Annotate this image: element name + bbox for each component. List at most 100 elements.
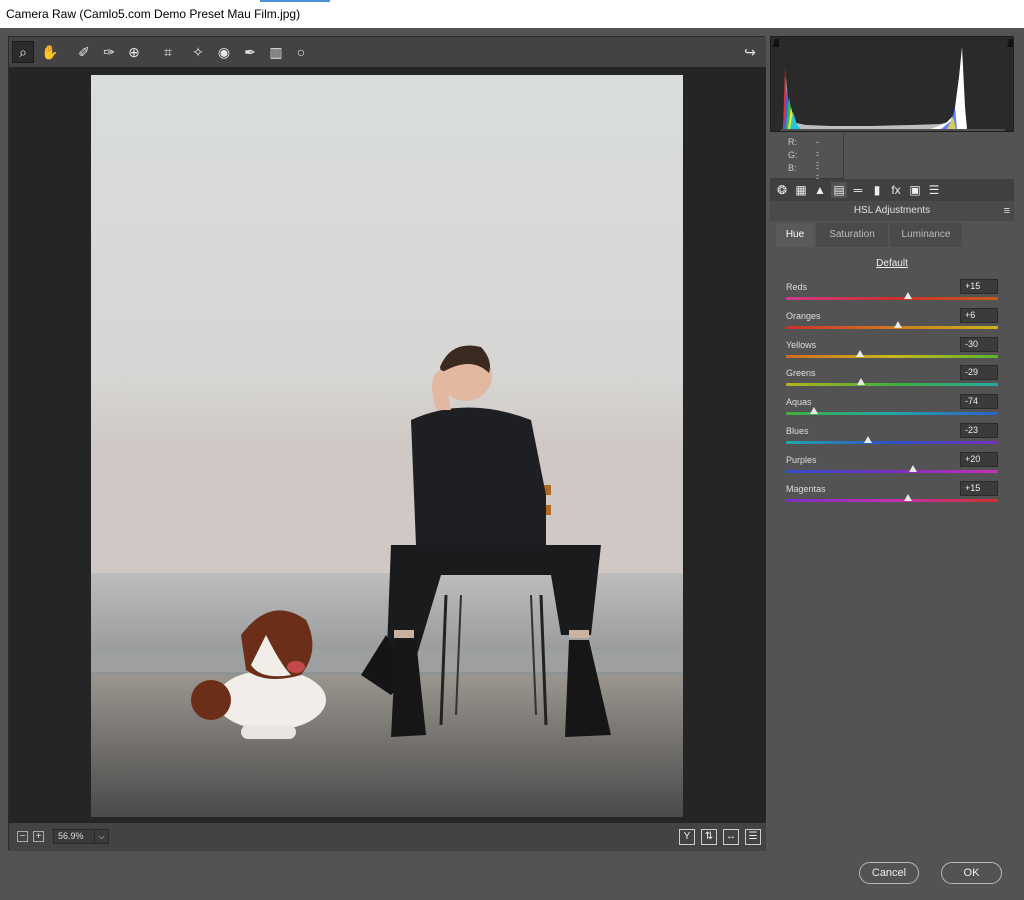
chevron-down-icon[interactable]: ⌵ [94, 830, 108, 843]
slider-label: Purples [786, 454, 817, 465]
slider-label: Oranges [786, 310, 821, 321]
basic-panel-icon[interactable]: ❂ [774, 182, 790, 198]
main-frame: ⌕ ✋ ✐ ✑ ⊕ ⌗ ✧ ◉ ✒ ▥ ○ ↪ − + 56.9% ⌵ Y ⇅ … [8, 36, 766, 851]
copy-settings-icon[interactable]: ↔ [723, 829, 739, 845]
crop-tool-icon[interactable]: ⌗ [157, 41, 179, 63]
slider-value-field[interactable]: +6 [960, 307, 998, 323]
slider-value-field[interactable]: +15 [960, 279, 998, 294]
slider-value-field[interactable]: -30 [960, 336, 998, 352]
slider-magentas: Magentas +15 [786, 480, 998, 512]
slider-reds: Reds +15 [786, 279, 998, 310]
slider-track[interactable] [786, 325, 998, 329]
slider-value-field[interactable]: +15 [960, 480, 998, 496]
slider-label: Reds [786, 282, 808, 292]
g-label: G: [788, 150, 798, 160]
slider-track[interactable] [786, 441, 998, 444]
split-toning-icon[interactable]: ═ [850, 182, 866, 198]
panel-menu-icon[interactable]: ≡ [1004, 201, 1010, 221]
slider-track[interactable] [786, 469, 998, 473]
targeted-adjustment-tool-icon[interactable]: ⊕ [123, 41, 145, 63]
effects-icon[interactable]: fx [888, 182, 904, 198]
presets-icon[interactable]: ☰ [926, 182, 942, 198]
before-after-icon[interactable]: Y [679, 829, 695, 845]
histogram [770, 36, 1014, 132]
ok-button[interactable]: OK [941, 862, 1002, 884]
detail-icon[interactable]: ▲ [812, 182, 828, 198]
adjustment-brush-tool-icon[interactable]: ✒ [239, 41, 261, 63]
slider-track[interactable] [786, 297, 998, 300]
slider-track[interactable] [786, 498, 998, 502]
slider-label: Greens [786, 368, 816, 379]
slider-aquas: Aquas -74 [786, 394, 998, 425]
lens-corrections-icon[interactable]: ▮ [869, 182, 885, 198]
tab-luminance[interactable]: Luminance [890, 223, 962, 247]
color-sampler-tool-icon[interactable]: ✑ [98, 41, 120, 63]
zoom-out-button[interactable]: − [17, 831, 28, 842]
titlebar-accent [260, 0, 330, 2]
slider-thumb[interactable] [903, 493, 912, 501]
slider-thumb[interactable] [903, 292, 912, 299]
swap-settings-icon[interactable]: ⇅ [701, 829, 717, 845]
image-canvas[interactable] [9, 67, 766, 823]
r-readout: R: --- [788, 137, 819, 167]
b-readout: B: --- [788, 163, 819, 193]
slider-value-field[interactable]: -29 [960, 365, 998, 381]
slider-blues: Blues -23 [786, 423, 998, 454]
slider-label: Magentas [786, 483, 826, 494]
g-readout: G: --- [788, 150, 819, 180]
red-eye-tool-icon[interactable]: ◉ [213, 41, 235, 63]
hand-tool-icon[interactable]: ✋ [39, 41, 61, 63]
slider-value-field[interactable]: -74 [960, 394, 998, 410]
spot-removal-tool-icon[interactable]: ✧ [187, 41, 209, 63]
zoom-level-value: 56.9% [58, 831, 84, 841]
zoom-level-select[interactable]: 56.9% ⌵ [53, 829, 109, 844]
slider-thumb[interactable] [894, 320, 903, 328]
tone-curve-icon[interactable]: ▦ [793, 182, 809, 198]
tools-toolbar: ⌕ ✋ ✐ ✑ ⊕ ⌗ ✧ ◉ ✒ ▥ ○ ↪ [9, 37, 766, 67]
white-balance-tool-icon[interactable]: ✐ [73, 41, 95, 63]
rgb-readout: R: --- G: --- B: --- [770, 133, 1014, 193]
slider-purples: Purples +20 [786, 451, 998, 483]
open-preferences-icon[interactable]: ↪ [739, 41, 761, 63]
slider-oranges: Oranges +6 [786, 307, 998, 339]
zoom-tool-icon[interactable]: ⌕ [12, 41, 34, 63]
slider-thumb[interactable] [809, 407, 818, 415]
hsl-subtabs: Hue Saturation Luminance [770, 223, 1014, 247]
b-label: B: [788, 163, 797, 173]
slider-value-field[interactable]: -23 [960, 423, 998, 438]
panel-header: HSL Adjustments ≡ [770, 201, 1014, 221]
radial-filter-tool-icon[interactable]: ○ [290, 41, 312, 63]
rgb-readout-box [770, 133, 844, 179]
window-title: Camera Raw (Camlo5.com Demo Preset Mau F… [6, 7, 301, 21]
hsl-panel-icon[interactable]: ▤ [831, 182, 847, 198]
toggle-settings-icon[interactable]: ☰ [745, 829, 761, 845]
panel-tabs-bar: ❂ ▦ ▲ ▤ ═ ▮ fx ▣ ☰ [770, 179, 1014, 201]
photo-preview [91, 75, 683, 817]
slider-track[interactable] [786, 412, 998, 416]
zoom-in-button[interactable]: + [33, 831, 44, 842]
tab-hue[interactable]: Hue [776, 223, 814, 247]
slider-thumb[interactable] [909, 464, 918, 472]
camera-calibration-icon[interactable]: ▣ [907, 182, 923, 198]
slider-label: Aquas [786, 397, 812, 408]
window-titlebar: Camera Raw (Camlo5.com Demo Preset Mau F… [0, 0, 1024, 28]
slider-yellows: Yellows -30 [786, 336, 998, 368]
slider-label: Blues [786, 426, 809, 436]
panel-title: HSL Adjustments [853, 205, 931, 216]
slider-value-field[interactable]: +20 [960, 451, 998, 467]
slider-track[interactable] [786, 383, 998, 387]
slider-thumb[interactable] [863, 436, 872, 443]
graduated-filter-tool-icon[interactable]: ▥ [265, 41, 287, 63]
slider-label: Yellows [786, 339, 817, 350]
r-label: R: [788, 137, 797, 147]
slider-greens: Greens -29 [786, 365, 998, 396]
slider-thumb[interactable] [857, 378, 866, 386]
default-link[interactable]: Default [770, 258, 1014, 269]
photo-illustration [91, 75, 683, 817]
bottom-bar: − + 56.9% ⌵ Y ⇅ ↔ ☰ [9, 823, 766, 851]
slider-track[interactable] [786, 354, 998, 358]
histogram-graph [773, 39, 1013, 131]
slider-thumb[interactable] [856, 349, 865, 357]
cancel-button[interactable]: Cancel [859, 862, 919, 884]
tab-saturation[interactable]: Saturation [816, 223, 888, 247]
